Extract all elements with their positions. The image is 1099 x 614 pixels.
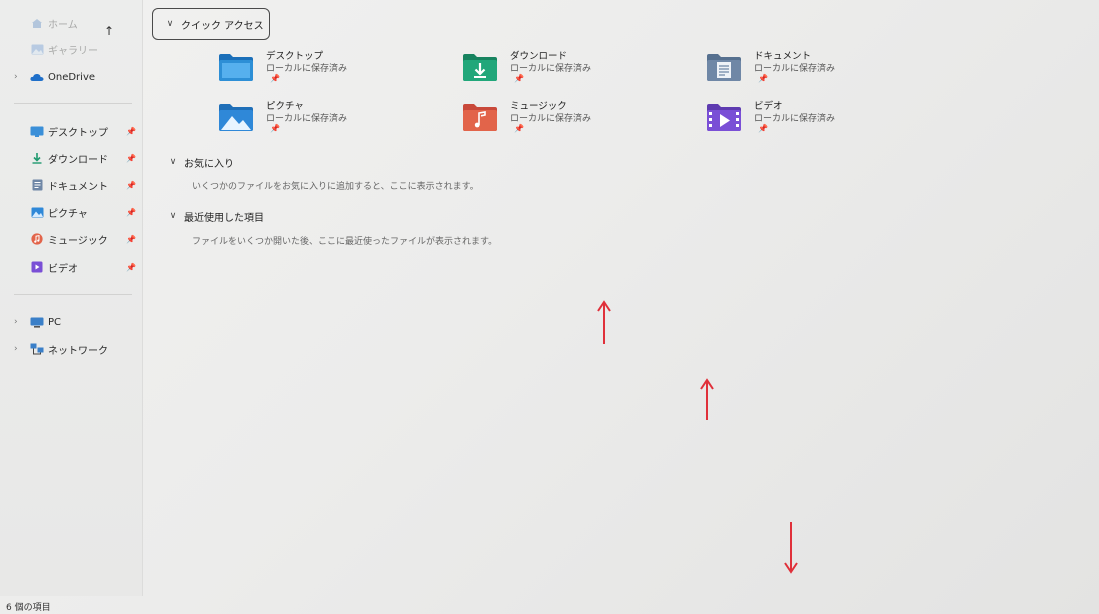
- gallery-icon: [30, 44, 44, 55]
- nav-item-pc[interactable]: › PC: [14, 311, 138, 333]
- quick-access-tile-desktop[interactable]: デスクトップ ローカルに保存済み 📌: [218, 48, 418, 92]
- nav-home-label: ホーム: [48, 19, 78, 31]
- pin-icon[interactable]: 📌: [126, 127, 136, 136]
- recent-empty-message: ファイルをいくつか開いた後、ここに最近使ったファイルが表示されます。: [192, 237, 498, 247]
- quick-access-tile-documents[interactable]: ドキュメント ローカルに保存済み 📌: [706, 48, 906, 92]
- nav-divider: [14, 294, 132, 295]
- expand-chevron-icon[interactable]: ›: [14, 317, 30, 327]
- nav-item-documents[interactable]: ドキュメント 📌: [14, 174, 138, 196]
- nav-pictures-label: ピクチャ: [48, 208, 88, 220]
- pin-icon: 📌: [514, 124, 524, 133]
- nav-item-gallery[interactable]: ギャラリー: [14, 38, 138, 60]
- tile-status: ローカルに保存済み: [754, 64, 836, 74]
- nav-divider: [14, 103, 132, 104]
- navigation-pane: ホーム ↑ ギャラリー › OneDrive デスクトップ 📌 ダウンロード 📌…: [0, 0, 143, 596]
- tile-name: デスクトップ: [266, 51, 324, 62]
- network-icon: [30, 343, 44, 355]
- nav-item-network[interactable]: › ネットワーク: [14, 338, 138, 360]
- download-icon: [30, 153, 44, 164]
- video-icon: [30, 261, 44, 273]
- nav-item-home[interactable]: ホーム: [14, 12, 138, 34]
- nav-item-music[interactable]: ミュージック 📌: [14, 228, 138, 250]
- quick-access-header[interactable]: ∨ クイック アクセス: [152, 8, 270, 40]
- chevron-down-icon[interactable]: ∨: [159, 19, 181, 29]
- favorites-header[interactable]: ∨ お気に入り: [162, 154, 234, 170]
- quick-access-tile-music[interactable]: ミュージック ローカルに保存済み 📌: [462, 98, 662, 142]
- favorites-empty-message: いくつかのファイルをお気に入りに追加すると、ここに表示されます。: [192, 182, 479, 192]
- pin-icon[interactable]: 📌: [126, 154, 136, 163]
- favorites-title: お気に入り: [184, 158, 234, 170]
- quick-access-tile-downloads[interactable]: ダウンロード ローカルに保存済み 📌: [462, 48, 662, 92]
- recent-header[interactable]: ∨ 最近使用した項目: [162, 208, 264, 224]
- tile-name: ピクチャ: [266, 101, 304, 112]
- pin-icon: 📌: [270, 74, 280, 83]
- downloads-folder-icon: [462, 52, 498, 82]
- file-explorer-window: ホーム ↑ ギャラリー › OneDrive デスクトップ 📌 ダウンロード 📌…: [0, 0, 1099, 614]
- pc-icon: [30, 317, 44, 328]
- nav-network-label: ネットワーク: [48, 345, 108, 357]
- pin-icon[interactable]: 📌: [126, 263, 136, 272]
- pin-icon: 📌: [514, 74, 524, 83]
- music-icon: [30, 233, 44, 245]
- pin-icon[interactable]: 📌: [126, 235, 136, 244]
- nav-music-label: ミュージック: [48, 235, 108, 247]
- tile-name: ビデオ: [754, 101, 783, 112]
- quick-access-title: クイック アクセス: [181, 20, 264, 32]
- chevron-down-icon[interactable]: ∨: [162, 211, 184, 221]
- nav-item-desktop[interactable]: デスクトップ 📌: [14, 120, 138, 142]
- music-folder-icon: [462, 102, 498, 132]
- nav-item-pictures[interactable]: ピクチャ 📌: [14, 201, 138, 223]
- nav-pc-label: PC: [48, 316, 62, 328]
- pin-icon: 📌: [270, 124, 280, 133]
- expand-chevron-icon[interactable]: ›: [14, 72, 30, 82]
- nav-item-videos[interactable]: ビデオ 📌: [14, 256, 138, 278]
- nav-onedrive-label: OneDrive: [48, 71, 96, 83]
- up-arrow-icon[interactable]: ↑: [104, 24, 114, 38]
- pin-icon[interactable]: 📌: [126, 181, 136, 190]
- nav-gallery-label: ギャラリー: [48, 45, 98, 57]
- desktop-icon: [30, 126, 44, 137]
- status-bar-item-count: 6 個の項目: [6, 603, 51, 613]
- tile-status: ローカルに保存済み: [266, 114, 348, 124]
- tile-status: ローカルに保存済み: [510, 64, 592, 74]
- nav-videos-label: ビデオ: [48, 263, 78, 275]
- red-arrow-down-annotation: [784, 522, 798, 574]
- cloud-icon: [30, 72, 44, 83]
- document-icon: [30, 179, 44, 191]
- red-arrow-up-annotation: [700, 378, 714, 420]
- chevron-down-icon[interactable]: ∨: [162, 157, 184, 167]
- videos-folder-icon: [706, 102, 742, 132]
- quick-access-tile-pictures[interactable]: ピクチャ ローカルに保存済み 📌: [218, 98, 418, 142]
- red-arrow-up-annotation: [597, 300, 611, 344]
- tile-status: ローカルに保存済み: [754, 114, 836, 124]
- quick-access-tile-videos[interactable]: ビデオ ローカルに保存済み 📌: [706, 98, 906, 142]
- nav-documents-label: ドキュメント: [48, 181, 108, 193]
- recent-title: 最近使用した項目: [184, 212, 264, 224]
- nav-item-downloads[interactable]: ダウンロード 📌: [14, 147, 138, 169]
- tile-name: ダウンロード: [510, 51, 568, 62]
- pictures-icon: [30, 207, 44, 218]
- pin-icon[interactable]: 📌: [126, 208, 136, 217]
- tile-name: ミュージック: [510, 101, 567, 112]
- pictures-folder-icon: [218, 102, 254, 132]
- pin-icon: 📌: [758, 124, 768, 133]
- nav-downloads-label: ダウンロード: [48, 154, 108, 166]
- home-icon: [30, 18, 44, 29]
- tile-status: ローカルに保存済み: [510, 114, 592, 124]
- nav-desktop-label: デスクトップ: [48, 127, 108, 139]
- desktop-folder-icon: [218, 52, 254, 82]
- pin-icon: 📌: [758, 74, 768, 83]
- tile-name: ドキュメント: [754, 51, 812, 62]
- tile-status: ローカルに保存済み: [266, 64, 348, 74]
- nav-item-onedrive[interactable]: › OneDrive: [14, 66, 138, 88]
- documents-folder-icon: [706, 52, 742, 82]
- expand-chevron-icon[interactable]: ›: [14, 344, 30, 354]
